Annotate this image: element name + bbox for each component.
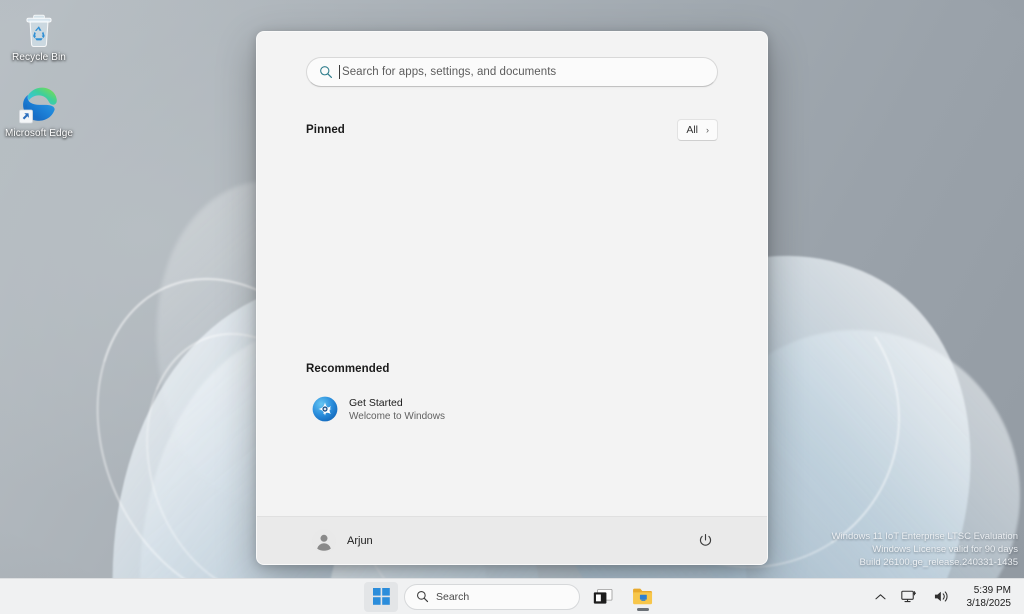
chevron-up-icon xyxy=(875,593,886,601)
taskbar-search-label: Search xyxy=(436,591,469,603)
tray-overflow-button[interactable] xyxy=(872,589,889,605)
start-search-box[interactable]: Search for apps, settings, and documents xyxy=(306,57,718,87)
power-icon xyxy=(698,533,713,548)
clock-button[interactable]: 5:39 PM 3/18/2025 xyxy=(962,582,1017,612)
desktop-icon-label: Microsoft Edge xyxy=(2,128,76,140)
task-view-button[interactable] xyxy=(586,582,620,612)
desktop-icon-recycle-bin[interactable]: Recycle Bin xyxy=(2,8,76,64)
start-button[interactable] xyxy=(364,582,398,612)
user-name-label: Arjun xyxy=(347,535,373,547)
network-button[interactable] xyxy=(898,585,921,608)
search-icon xyxy=(416,590,429,603)
watermark-line-2: Windows License valid for 90 days xyxy=(832,543,1018,556)
volume-icon xyxy=(933,589,950,604)
taskbar: Search xyxy=(0,578,1024,614)
watermark-line-1: Windows 11 IoT Enterprise LTSC Evaluatio… xyxy=(832,530,1018,543)
pinned-title: Pinned xyxy=(306,124,345,136)
windows-evaluation-watermark: Windows 11 IoT Enterprise LTSC Evaluatio… xyxy=(832,530,1018,569)
get-started-icon xyxy=(312,396,338,422)
pinned-apps-grid xyxy=(306,141,718,353)
taskbar-search-box[interactable]: Search xyxy=(404,584,580,610)
taskbar-center-group: Search xyxy=(364,579,660,614)
tray-date: 3/18/2025 xyxy=(967,597,1012,610)
start-search-placeholder: Search for apps, settings, and documents xyxy=(342,66,556,78)
tray-time: 5:39 PM xyxy=(967,584,1012,597)
user-avatar-icon xyxy=(312,529,336,553)
all-apps-label: All xyxy=(686,124,698,136)
user-account-button[interactable]: Arjun xyxy=(306,525,379,557)
file-explorer-button[interactable] xyxy=(626,582,660,612)
recommended-item-text: Get Started Welcome to Windows xyxy=(349,397,445,422)
start-menu-footer: Arjun xyxy=(257,516,767,564)
task-view-icon xyxy=(593,588,613,606)
list-item[interactable]: Get Started Welcome to Windows xyxy=(306,391,718,427)
desktop-icon-microsoft-edge[interactable]: Microsoft Edge xyxy=(2,84,76,140)
recommended-item-title: Get Started xyxy=(349,397,445,409)
windows-logo-icon xyxy=(373,588,390,605)
power-button[interactable] xyxy=(692,528,718,554)
pinned-header: Pinned All › xyxy=(306,119,718,141)
chevron-right-icon: › xyxy=(706,125,709,135)
running-indicator xyxy=(637,608,649,611)
file-explorer-icon xyxy=(632,587,654,606)
network-icon xyxy=(901,589,918,604)
start-menu-body: Search for apps, settings, and documents… xyxy=(257,32,767,516)
volume-button[interactable] xyxy=(930,585,953,608)
watermark-line-3: Build 26100.ge_release.240331-1435 xyxy=(832,556,1018,569)
system-tray: 5:39 PM 3/18/2025 xyxy=(872,579,1017,614)
recommended-list: Get Started Welcome to Windows xyxy=(306,391,718,427)
start-menu: Search for apps, settings, and documents… xyxy=(256,31,768,565)
all-apps-button[interactable]: All › xyxy=(677,119,718,141)
recommended-header: Recommended xyxy=(306,363,718,375)
search-icon xyxy=(317,63,335,81)
microsoft-edge-icon xyxy=(2,84,76,124)
recommended-item-subtitle: Welcome to Windows xyxy=(349,411,445,422)
recycle-bin-icon xyxy=(2,8,76,48)
recommended-title: Recommended xyxy=(306,363,390,375)
text-cursor xyxy=(339,65,340,79)
desktop-icon-label: Recycle Bin xyxy=(2,52,76,64)
